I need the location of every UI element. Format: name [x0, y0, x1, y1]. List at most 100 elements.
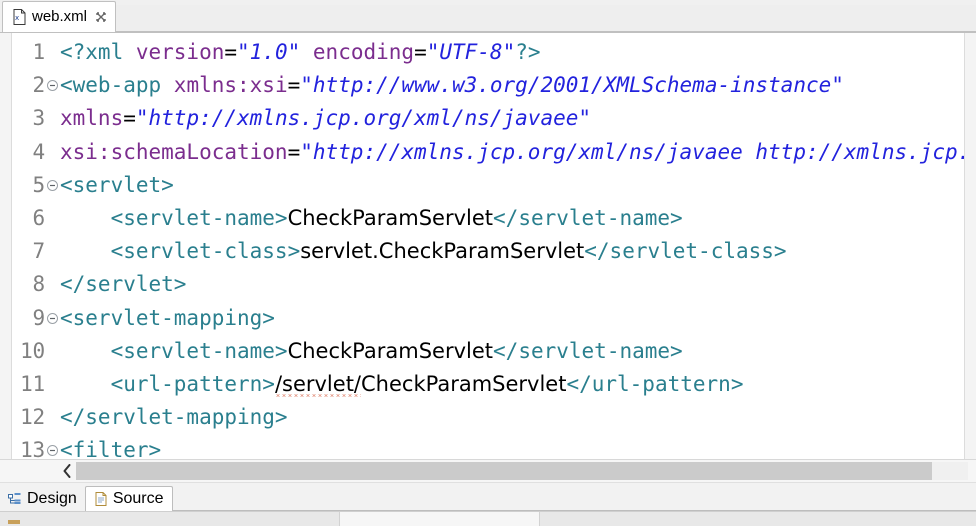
code-line[interactable]: </servlet> [60, 268, 964, 301]
svg-text:x: x [15, 14, 19, 22]
code-token-attr: xmlns:xsi [173, 73, 288, 98]
bottom-panel-strip [0, 511, 976, 526]
gutter-row[interactable]: 6 [12, 202, 60, 235]
line-number: 1 [32, 40, 46, 65]
gutter-row[interactable]: 3 [12, 102, 60, 135]
code-line[interactable]: xmlns="http://xmlns.jcp.org/xml/ns/javae… [60, 102, 964, 135]
fold-collapse-icon[interactable] [46, 312, 59, 325]
editor-view-tab-bar-empty-area [172, 486, 976, 511]
editor-tab-bar-empty-area [116, 5, 976, 32]
code-token-val: "http://xmlns.jcp.org/xml/ns/javaee" [135, 106, 592, 131]
code-editing-area[interactable]: <?xml version="1.0" encoding="UTF-8"?> <w… [60, 33, 964, 459]
tree-outline-icon [8, 492, 22, 506]
code-token-punc [300, 40, 313, 64]
code-line[interactable]: <filter> [60, 434, 964, 459]
code-token-text: /servlet/ [274, 371, 361, 396]
gutter-row[interactable]: 12 [12, 401, 60, 434]
code-token-attr: version [135, 40, 225, 64]
line-number: 7 [32, 239, 46, 264]
code-token-tag: </servlet-name> [493, 338, 683, 363]
line-number: 4 [32, 139, 46, 164]
gutter-row[interactable]: 5 [12, 169, 60, 202]
horizontal-scrollbar[interactable] [0, 459, 976, 482]
code-token-text: CheckParamServlet [361, 371, 567, 396]
line-number: 6 [32, 206, 46, 231]
code-line[interactable]: <servlet-name>CheckParamServlet</servlet… [60, 335, 964, 368]
tab-source[interactable]: Source [84, 486, 173, 511]
code-token-attr: xmlns [60, 106, 124, 131]
horizontal-scrollbar-thumb[interactable] [76, 462, 933, 480]
code-token-tag: <servlet-mapping> [60, 305, 275, 330]
code-token-tag: </url-pattern> [566, 371, 744, 396]
line-number: 12 [20, 405, 45, 430]
tab-design-label: Design [27, 489, 77, 507]
code-token-tag: <filter> [60, 438, 162, 459]
code-line[interactable]: <servlet-name>CheckParamServlet</servlet… [60, 202, 964, 235]
code-line[interactable]: <?xml version="1.0" encoding="UTF-8"?> [60, 36, 964, 69]
overview-ruler-right[interactable] [964, 33, 976, 459]
xml-file-icon: x [13, 9, 26, 25]
code-token-tag: <servlet-name> [60, 338, 288, 363]
gutter-row[interactable]: 13 [12, 434, 60, 459]
code-line[interactable]: <servlet-class>servlet.CheckParamServlet… [60, 235, 964, 268]
line-number: 9 [32, 305, 46, 330]
line-number: 10 [20, 338, 45, 363]
code-token-punc: = [224, 40, 238, 64]
editor-body: 1 2 3 4 5 6 7 8 9 10 11 12 13 <?xml version="1.0" en… [0, 33, 976, 459]
code-token-text: CheckParamServlet [287, 205, 494, 230]
fold-collapse-icon[interactable] [46, 444, 59, 457]
line-number: 5 [32, 172, 46, 197]
bottom-panel-empty-area [540, 512, 976, 526]
horizontal-scrollbar-track[interactable] [76, 462, 968, 480]
code-token-punc: = [287, 73, 301, 98]
code-token-tag: <web-app [60, 73, 174, 98]
bottom-panel-tab-2[interactable] [340, 512, 540, 526]
code-token-punc: = [414, 40, 427, 64]
code-token-attr: xsi:schemaLocation [60, 139, 288, 164]
code-token-tag: <servlet-class> [60, 239, 301, 264]
code-line[interactable]: xsi:schemaLocation="http://xmlns.jcp.org… [60, 136, 964, 169]
editor-tab-label: web.xml [32, 8, 88, 25]
line-number: 11 [20, 371, 45, 396]
line-number: 2 [32, 73, 46, 98]
close-icon[interactable] [95, 11, 107, 23]
gutter-row[interactable]: 4 [12, 136, 60, 169]
gutter-row[interactable]: 9 [12, 302, 60, 335]
fold-collapse-icon[interactable] [46, 179, 59, 192]
bottom-panel-tab-1-icon [8, 520, 20, 524]
fold-collapse-icon[interactable] [46, 79, 59, 92]
gutter-row[interactable]: 11 [12, 368, 60, 401]
editor-view-tab-bar: Design Source [0, 482, 976, 511]
code-token-punc: = [287, 139, 301, 164]
gutter-row[interactable]: 1 [12, 36, 60, 69]
code-token-tag: </servlet-class> [584, 239, 787, 264]
editor-tab-web-xml[interactable]: x web.xml [2, 1, 117, 32]
line-number: 13 [20, 438, 45, 459]
gutter-row[interactable]: 10 [12, 335, 60, 368]
annotation-ruler-left[interactable] [0, 33, 12, 459]
code-line[interactable]: </servlet-mapping> [60, 401, 964, 434]
scrollbar-left-padding [0, 460, 58, 482]
bottom-panel-tab-1[interactable] [0, 512, 340, 526]
tab-design[interactable]: Design [0, 486, 85, 511]
gutter-row[interactable]: 8 [12, 268, 60, 301]
line-number: 8 [32, 272, 46, 297]
gutter-row[interactable]: 7 [12, 235, 60, 268]
editor-tab-bar: x web.xml [0, 0, 976, 33]
code-line[interactable]: <servlet> [60, 169, 964, 202]
code-token-tag: <servlet> [60, 172, 174, 197]
code-token-val: "http://xmlns.jcp.org/xml/ns/javaee http… [300, 139, 964, 164]
line-number-gutter[interactable]: 1 2 3 4 5 6 7 8 9 10 11 12 13 [12, 33, 60, 459]
code-token-tag: <url-pattern> [60, 371, 275, 396]
code-line[interactable]: <web-app xmlns:xsi="http://www.w3.org/20… [60, 69, 964, 102]
code-token-val: "UTF-8" [426, 40, 516, 64]
code-token-val: "1.0" [237, 40, 301, 64]
code-line[interactable]: <url-pattern>/servlet/CheckParamServlet<… [60, 368, 964, 401]
chevron-left-icon[interactable] [58, 460, 76, 482]
code-token-pi: ?> [515, 40, 541, 64]
gutter-row[interactable]: 2 [12, 69, 60, 102]
code-token-tag: </servlet-mapping> [60, 405, 288, 430]
code-token-text: CheckParamServlet [287, 338, 494, 363]
tab-source-label: Source [112, 490, 164, 507]
code-line[interactable]: <servlet-mapping> [60, 302, 964, 335]
